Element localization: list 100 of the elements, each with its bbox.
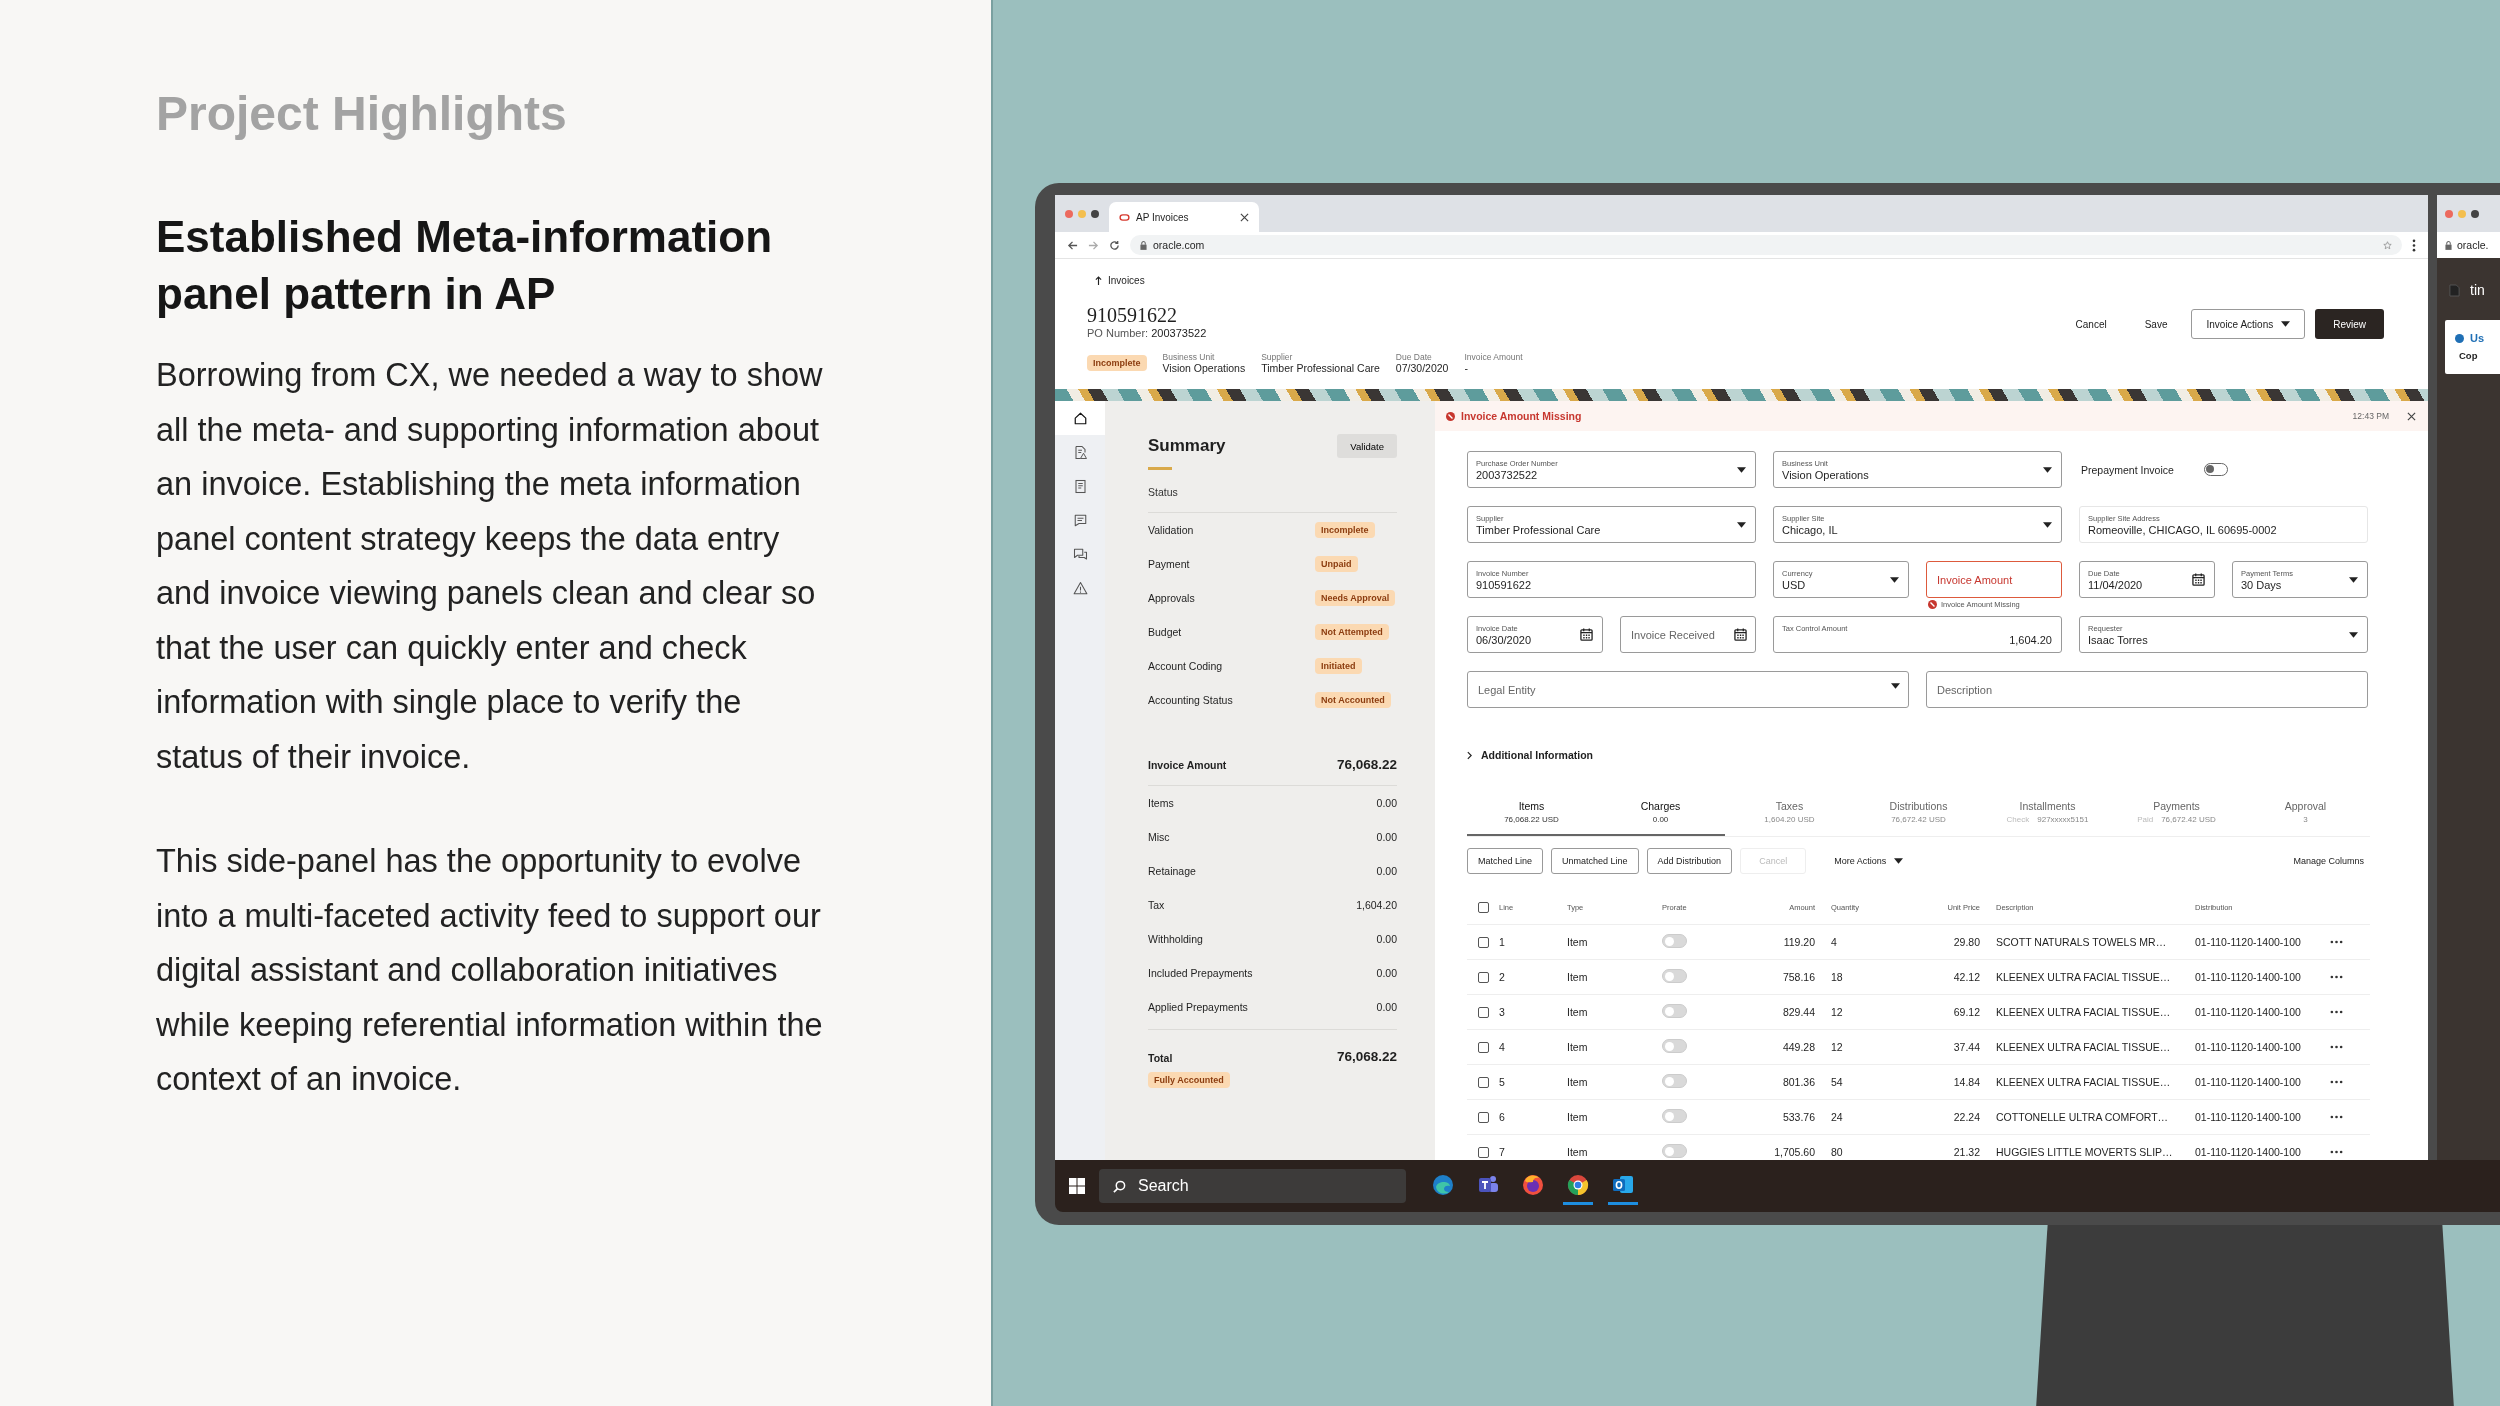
toolbar-button[interactable]: Add Distribution (1646, 848, 1733, 874)
table-cell-text: 2 (1499, 971, 1506, 983)
rail-button[interactable] (1055, 401, 1105, 435)
more-icon[interactable] (2330, 1080, 2343, 1084)
table-cell-text: 37.44 (1952, 1041, 1980, 1053)
checkbox[interactable] (1478, 1111, 1489, 1123)
table-cell-text: 80 (1830, 1146, 1844, 1158)
line-label: Withholding (1148, 932, 1203, 945)
table-cell-text: 4 (1499, 1041, 1506, 1053)
table-cell-text: 449.28 (1781, 1041, 1815, 1053)
status-label: Budget (1148, 625, 1183, 638)
checkbox[interactable] (1478, 1076, 1489, 1088)
more-icon[interactable] (2330, 1010, 2343, 1014)
more-icon[interactable] (2330, 940, 2343, 944)
lock-icon (1140, 240, 1147, 250)
status-label: Account Coding (1148, 659, 1224, 672)
chevron-right-icon[interactable] (1467, 750, 1472, 760)
summary-tab[interactable]: Approval 3 (2241, 790, 2370, 836)
caret-icon (2281, 321, 2291, 327)
checkbox[interactable] (1478, 971, 1489, 983)
table-cell-text: 29.80 (1952, 936, 1980, 948)
back-icon[interactable] (1067, 239, 1078, 251)
calendar-icon (2192, 573, 2205, 586)
toolbar-button[interactable]: Unmatched Line (1551, 848, 1639, 874)
toolbar-button[interactable]: Matched Line (1467, 848, 1544, 874)
checkbox[interactable] (1478, 1006, 1489, 1018)
more-icon[interactable] (2330, 1150, 2343, 1154)
table-cell-text: SCOTT NATURALS TOWELS MR… (1995, 936, 2168, 948)
table-cell-text: KLEENEX ULTRA FACIAL TISSUE… (1995, 971, 2172, 983)
table-cell-text: 3 (1499, 1006, 1506, 1018)
summary-tab[interactable]: Taxes 1,604.20 USD (1725, 790, 1854, 836)
meta-label: Due Date (1395, 351, 1433, 362)
summary-tab[interactable]: Payments Paid 76,672.42 USD (2112, 790, 2241, 836)
review-button[interactable]: Review (2315, 309, 2384, 339)
table-cell-text: 1 (1499, 936, 1506, 948)
star-icon[interactable] (2383, 240, 2392, 250)
close-icon[interactable] (2407, 411, 2416, 421)
browser-tab[interactable]: AP Invoices (1109, 202, 1259, 232)
summary-tab[interactable]: Distributions 76,672.42 USD (1854, 790, 1983, 836)
line-value: 0.00 (1376, 864, 1397, 877)
summary-tab[interactable]: Items 76,068.22 USD (1467, 790, 1596, 836)
invoice-actions-menu[interactable]: Invoice Actions (2191, 309, 2306, 339)
table-cell-text: 12 (1830, 1041, 1844, 1053)
checkbox[interactable] (1478, 1146, 1489, 1158)
manage-columns-link[interactable]: Manage Columns (2287, 855, 2370, 867)
swirl-browser-icon (1431, 1172, 1455, 1197)
validate-button[interactable]: Validate (1337, 434, 1397, 458)
table-cell-text: 21.32 (1952, 1146, 1980, 1158)
table-cell-text: 5 (1499, 1076, 1506, 1088)
more-icon[interactable] (2330, 1115, 2343, 1119)
table-cell-text: Item (1567, 1111, 1589, 1123)
caret-icon (2349, 631, 2358, 638)
section-toggle[interactable]: Additional Information (1481, 749, 1593, 761)
table-cell-text: 14.84 (1952, 1076, 1980, 1088)
windows-start-icon[interactable] (1069, 1178, 1085, 1194)
total-label: Total (1148, 1051, 1173, 1064)
table-cell-text: KLEENEX ULTRA FACIAL TISSUE… (1995, 1041, 2172, 1053)
search-field[interactable]: Search (1099, 1169, 1406, 1203)
lock-icon (2445, 240, 2452, 250)
table-cell-text: 829.44 (1781, 1006, 1815, 1018)
summary-tab[interactable]: Charges 0.00 (1596, 790, 1725, 836)
checkbox[interactable] (1478, 902, 1489, 913)
tab-close-icon[interactable] (1240, 212, 1249, 222)
table-cell-text: KLEENEX ULTRA FACIAL TISSUE… (1995, 1006, 2172, 1018)
table-cell-text: 533.76 (1781, 1111, 1815, 1123)
checkbox[interactable] (1478, 936, 1489, 948)
text-field[interactable]: Invoice Amount (1926, 561, 2062, 598)
kebab-menu-icon[interactable] (2412, 238, 2416, 252)
status-badge: Fully Accounted (1148, 1071, 1230, 1088)
more-icon[interactable] (2330, 1045, 2343, 1049)
status-badge: Initiated (1315, 657, 1362, 674)
text-field[interactable]: Description (1926, 671, 2368, 708)
checkbox[interactable] (1478, 1041, 1489, 1053)
header-action-button[interactable]: Cancel (2061, 309, 2121, 339)
table-cell-text: 01-110-1120-1400-100 (2195, 971, 2302, 983)
zoom-light-icon[interactable] (2471, 209, 2479, 218)
more-icon[interactable] (2330, 975, 2343, 979)
reload-icon[interactable] (1109, 239, 1120, 251)
table-cell-text: 69.12 (1952, 1006, 1980, 1018)
table-cell-text: 42.12 (1952, 971, 1980, 983)
calendar-icon (1580, 628, 1593, 641)
toggle-switch[interactable] (2203, 463, 2228, 476)
caret-icon (2043, 466, 2052, 473)
circle-browser-icon (1566, 1172, 1590, 1197)
line-value: 0.00 (1376, 1000, 1397, 1013)
line-label: Tax (1148, 898, 1165, 911)
dropdown-field[interactable]: Legal Entity (1467, 671, 1909, 708)
line-value: 0.00 (1376, 966, 1397, 979)
more-actions-menu[interactable]: More Actions (1828, 855, 1910, 867)
back-link[interactable]: Invoices (1108, 274, 1145, 286)
date-field[interactable]: Invoice Received (1620, 616, 1756, 653)
status-badge: Not Accounted (1315, 691, 1391, 708)
line-value: 0.00 (1376, 830, 1397, 843)
error-message: Invoice Amount Missing (1461, 410, 1583, 422)
up-arrow-icon[interactable] (1095, 275, 1102, 285)
header-action-button[interactable]: Save (2130, 309, 2182, 339)
zoom-light-icon[interactable] (1091, 209, 1099, 218)
table-cell-text: Item (1567, 1146, 1589, 1158)
address-bar[interactable]: oracle.com (1130, 235, 2402, 255)
chat-icon (1072, 546, 1088, 562)
